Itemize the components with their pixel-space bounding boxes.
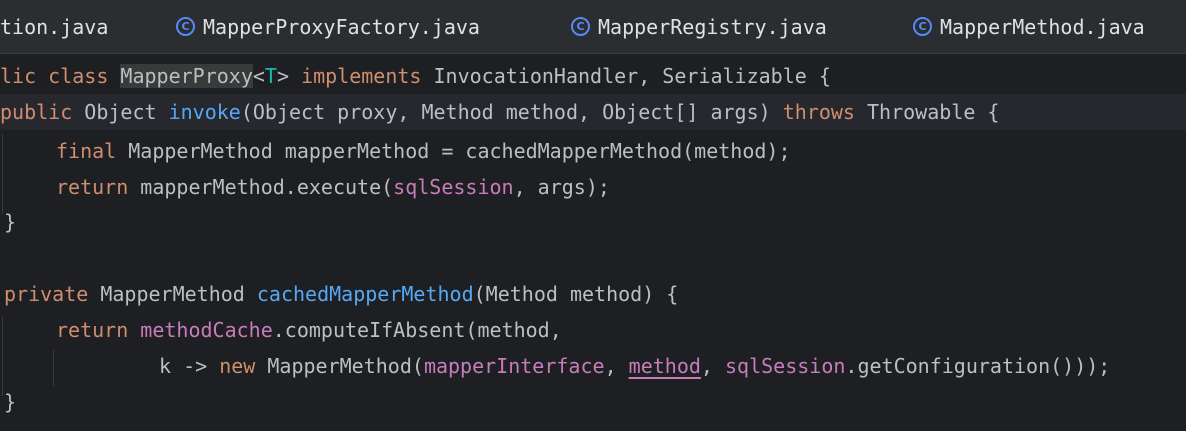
tab-label: MapperRegistry.java <box>598 14 827 39</box>
tab-label: MapperMethod.java <box>940 14 1145 39</box>
code-line-2: public Object invoke (Object proxy, Metho… <box>0 94 1186 130</box>
code-text: } <box>4 210 17 234</box>
code-line-1: lic class MapperProxy < T > implements Invo… <box>0 58 831 94</box>
field-name: mapperInterface <box>423 354 605 378</box>
class-icon: C <box>571 17 590 36</box>
keyword: return <box>56 318 141 342</box>
code-line-3: final MapperMethod mapperMethod = cached… <box>56 133 791 169</box>
keyword: return <box>56 175 141 199</box>
field-name: sqlSession <box>725 354 846 378</box>
tab-file-partial[interactable]: tion.java <box>0 0 108 53</box>
field-name: sqlSession <box>393 175 514 199</box>
keyword: implements <box>301 64 434 88</box>
code-text: > <box>276 64 302 88</box>
tab-label: tion.java <box>0 14 109 39</box>
class-icon: C <box>176 17 195 36</box>
code-text: } <box>4 390 17 414</box>
code-text: MapperMethod mapperMethod = cachedMapper… <box>128 139 791 163</box>
code-line-4: return mapperMethod.execute(sqlSession, … <box>56 169 610 205</box>
tab-mapper-method[interactable]: C MapperMethod.java <box>913 0 1145 53</box>
indent-guide <box>2 134 3 214</box>
code-line-8: return methodCache .computeIfAbsent(metho… <box>56 312 562 348</box>
code-text: , <box>700 354 725 378</box>
code-editor[interactable]: lic class MapperProxy < T > implements Invo… <box>0 54 1186 431</box>
indent-guide <box>53 350 54 386</box>
code-text: .computeIfAbsent(method, <box>272 318 562 342</box>
code-text: (Object proxy, Method method, Object[] a… <box>240 100 783 124</box>
code-text: , <box>604 354 629 378</box>
keyword: final <box>56 139 129 163</box>
code-line-7: private MapperMethod cachedMapperMethod(… <box>4 276 678 312</box>
keyword: lic <box>0 64 49 88</box>
tab-mapper-proxy-factory[interactable]: C MapperProxyFactory.java <box>176 0 480 53</box>
parameter-reference: method <box>628 354 701 378</box>
method-name: invoke <box>168 100 241 124</box>
editor-tab-bar: tion.java C MapperProxyFactory.java C Ma… <box>0 0 1186 54</box>
code-text: , args); <box>513 175 610 199</box>
code-text: (Method method) { <box>473 282 679 306</box>
code-text: Object <box>84 100 169 124</box>
code-line-9: k -> new MapperMethod(mapperInterface, m… <box>159 348 1110 384</box>
field-name: methodCache <box>140 318 273 342</box>
class-name: MapperProxy <box>120 64 253 88</box>
tab-label: MapperProxyFactory.java <box>203 14 480 39</box>
tab-mapper-registry[interactable]: C MapperRegistry.java <box>571 0 827 53</box>
code-line-5: } <box>4 204 16 240</box>
code-text: InvocationHandler, Serializable { <box>433 64 831 88</box>
keyword: class <box>48 64 121 88</box>
code-text: Throwable { <box>867 100 1000 124</box>
indent-guide <box>2 316 3 396</box>
code-line-10: } <box>4 384 16 420</box>
keyword: new <box>219 354 268 378</box>
keyword: throws <box>782 100 867 124</box>
keyword: private <box>4 282 101 306</box>
code-text: .getConfiguration())); <box>845 354 1111 378</box>
keyword: public <box>0 100 85 124</box>
class-icon: C <box>913 17 932 36</box>
code-text: MapperMethod <box>100 282 257 306</box>
method-name: cachedMapperMethod <box>256 282 474 306</box>
code-text: < <box>252 64 265 88</box>
code-text: mapperMethod.execute( <box>140 175 394 199</box>
code-text: MapperMethod( <box>267 354 424 378</box>
code-text: k -> <box>159 354 220 378</box>
type-parameter: T <box>264 64 277 88</box>
